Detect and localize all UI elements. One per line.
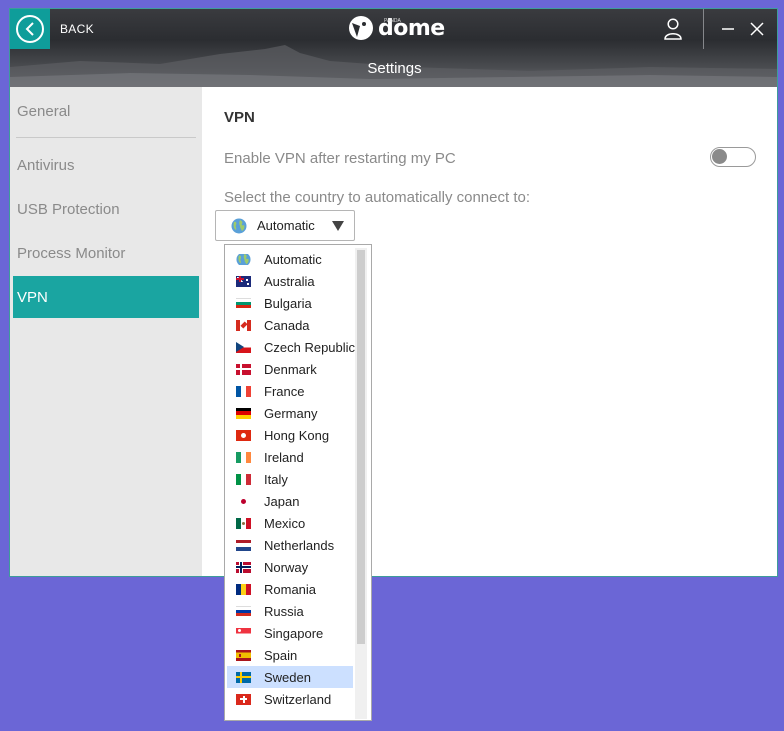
caret-down-icon — [332, 221, 344, 231]
close-icon — [750, 22, 764, 36]
flag-romania-icon — [236, 583, 251, 595]
flag-japan-icon — [236, 495, 251, 507]
dropdown-option-japan[interactable]: Japan — [227, 490, 353, 512]
back-button[interactable] — [10, 9, 50, 49]
dropdown-option-label: Netherlands — [264, 537, 335, 553]
flag-sweden-icon — [236, 671, 251, 683]
dropdown-option-netherlands[interactable]: Netherlands — [227, 534, 353, 556]
restart-option-label: Enable VPN after restarting my PC — [224, 150, 456, 167]
settings-window: BACK PANDA dome Settings General Antivir… — [9, 8, 778, 577]
dropdown-option-label: Germany — [264, 405, 318, 421]
country-select[interactable]: Automatic — [215, 210, 355, 241]
dropdown-option-label: Australia — [264, 273, 315, 289]
flag-mexico-icon — [236, 517, 251, 529]
dropdown-option-russia[interactable]: Russia — [227, 600, 353, 622]
dropdown-option-singapore[interactable]: Singapore — [227, 622, 353, 644]
dropdown-option-label: Norway — [264, 559, 309, 575]
dropdown-option-label: Automatic — [264, 251, 322, 267]
flag-spain-icon — [236, 649, 251, 661]
dropdown-option-italy[interactable]: Italy — [227, 468, 353, 490]
dropdown-option-switzerland[interactable]: Switzerland — [227, 688, 353, 710]
flag-bulgaria-icon — [236, 297, 251, 309]
dropdown-option-mexico[interactable]: Mexico — [227, 512, 353, 534]
dropdown-option-spain[interactable]: Spain — [227, 644, 353, 666]
sidebar: General Antivirus USB Protection Process… — [10, 87, 202, 576]
dropdown-option-label: Denmark — [264, 361, 317, 377]
dropdown-option-germany[interactable]: Germany — [227, 402, 353, 424]
restart-vpn-toggle[interactable] — [710, 147, 756, 167]
dropdown-option-label: Italy — [264, 471, 288, 487]
sidebar-item-antivirus[interactable]: Antivirus — [10, 144, 202, 186]
country-list: Automatic Australia Bulgaria Canada Czech Re… — [227, 248, 356, 710]
globe-icon — [236, 253, 251, 265]
chevron-left-icon — [16, 15, 44, 43]
dropdown-option-label: Spain — [264, 647, 298, 663]
sidebar-item-process-monitor[interactable]: Process Monitor — [10, 232, 202, 274]
dropdown-option-label: Switzerland — [264, 691, 332, 707]
dropdown-option-label: Sweden — [264, 669, 311, 685]
flag-italy-icon — [236, 473, 251, 485]
flag-norway-icon — [236, 561, 251, 573]
dropdown-option-label: Ireland — [264, 449, 304, 465]
titlebar-divider — [703, 9, 704, 49]
flag-switzerland-icon — [236, 693, 251, 705]
user-icon — [664, 18, 682, 40]
dropdown-option-automatic[interactable]: Automatic — [227, 248, 353, 270]
flag-russia-icon — [236, 605, 251, 617]
dropdown-option-bulgaria[interactable]: Bulgaria — [227, 292, 353, 314]
dropdown-option-france[interactable]: France — [227, 380, 353, 402]
close-button[interactable] — [748, 19, 766, 39]
dropdown-option-label: Romania — [264, 581, 317, 597]
screen-title: Settings — [367, 60, 422, 77]
globe-icon — [231, 218, 247, 233]
title-bar: BACK PANDA dome Settings — [10, 9, 777, 87]
dropdown-option-australia[interactable]: Australia — [227, 270, 353, 292]
minimize-button[interactable] — [720, 19, 736, 39]
dropdown-option-label: Bulgaria — [264, 295, 312, 311]
dome-logo: PANDA dome — [348, 15, 445, 41]
logo-sup: PANDA — [384, 18, 401, 24]
dropdown-option-canada[interactable]: Canada — [227, 314, 353, 336]
dropdown-option-czech-republic[interactable]: Czech Republic — [227, 336, 356, 358]
dropdown-option-label: Singapore — [264, 625, 324, 641]
dropdown-option-hong-kong[interactable]: Hong Kong — [227, 424, 353, 446]
user-account-button[interactable] — [655, 15, 691, 43]
sidebar-item-general[interactable]: General — [10, 90, 202, 132]
toggle-knob — [712, 149, 727, 164]
dropdown-option-romania[interactable]: Romania — [227, 578, 353, 600]
country-select-label: Select the country to automatically conn… — [224, 189, 530, 206]
country-dropdown: Automatic Australia Bulgaria Canada Czech Re… — [224, 244, 372, 721]
sidebar-item-vpn[interactable]: VPN — [13, 276, 199, 318]
dropdown-option-label: Japan — [264, 493, 300, 509]
dropdown-option-label: Czech Republic — [264, 339, 356, 355]
panda-logo-icon — [349, 16, 373, 40]
sidebar-item-usb-protection[interactable]: USB Protection — [10, 188, 202, 230]
flag-france-icon — [236, 385, 251, 397]
dropdown-scrollbar[interactable] — [355, 248, 367, 719]
dropdown-option-denmark[interactable]: Denmark — [227, 358, 353, 380]
dropdown-option-norway[interactable]: Norway — [227, 556, 353, 578]
dropdown-option-label: Russia — [264, 603, 304, 619]
flag-netherlands-icon — [236, 539, 251, 551]
sidebar-divider — [16, 137, 196, 138]
dropdown-option-label: France — [264, 383, 305, 399]
flag-germany-icon — [236, 407, 251, 419]
minimize-icon — [722, 28, 734, 30]
flag-denmark-icon — [236, 363, 251, 375]
flag-ireland-icon — [236, 451, 251, 463]
flag-hongkong-icon — [236, 429, 251, 441]
dropdown-option-label: Mexico — [264, 515, 306, 531]
flag-czech-icon — [236, 341, 251, 353]
flag-singapore-icon — [236, 627, 251, 639]
dropdown-option-label: Canada — [264, 317, 310, 333]
scrollbar-thumb[interactable] — [357, 250, 365, 644]
dropdown-option-sweden[interactable]: Sweden — [227, 666, 353, 688]
dropdown-option-label: Hong Kong — [264, 427, 330, 443]
dropdown-option-ireland[interactable]: Ireland — [227, 446, 353, 468]
flag-canada-icon — [236, 319, 251, 331]
back-label[interactable]: BACK — [60, 22, 94, 36]
section-title: VPN — [224, 109, 255, 126]
country-select-value: Automatic — [257, 218, 315, 233]
flag-australia-icon — [236, 275, 251, 287]
